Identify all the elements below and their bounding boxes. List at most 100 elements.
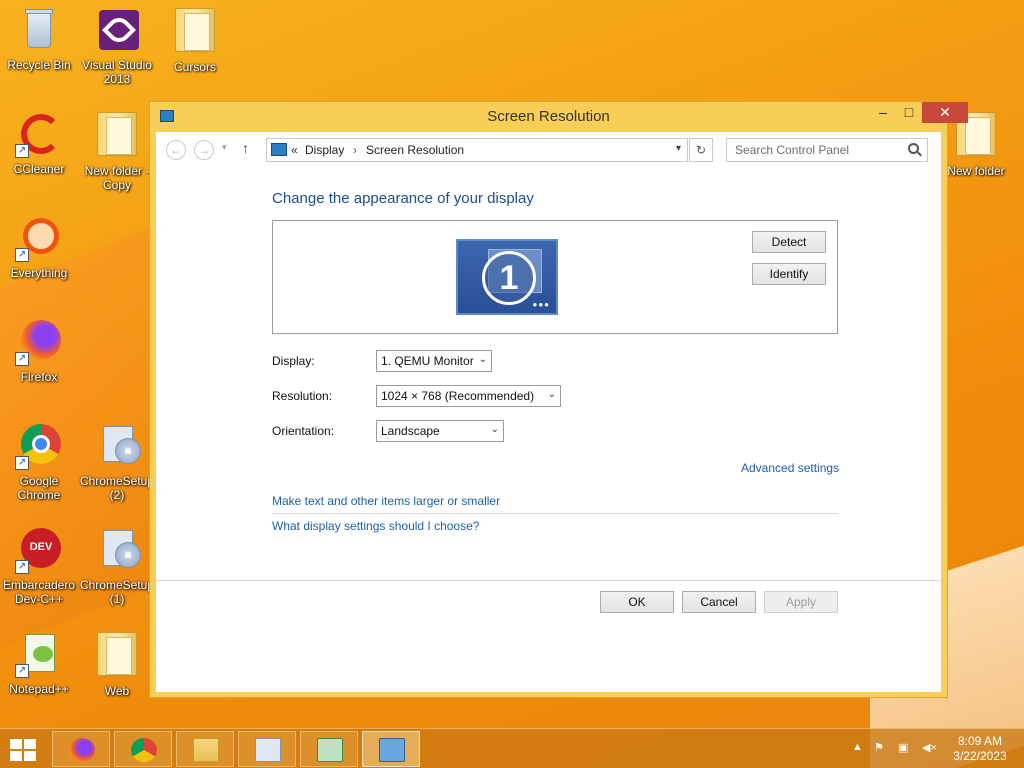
orientation-select[interactable]: Landscape ⌄ — [376, 420, 504, 442]
installer-icon — [93, 526, 141, 574]
window-title: Screen Resolution — [487, 108, 610, 125]
identify-button[interactable]: Identify — [752, 263, 826, 285]
breadcrumb-display[interactable]: Display — [305, 143, 344, 157]
install-icon — [317, 738, 343, 762]
orientation-label: Orientation: — [272, 424, 335, 438]
breadcrumb-separator-icon: › — [353, 143, 357, 157]
minimize-button[interactable]: – — [870, 102, 896, 123]
desktop-icon-label: Firefox — [20, 370, 58, 384]
start-button[interactable] — [10, 739, 36, 761]
shortcut-arrow-icon: ↗ — [15, 352, 29, 366]
shortcut-arrow-icon: ↗ — [15, 248, 29, 262]
taskbar-clock[interactable]: 8:09 AM 3/22/2023 — [944, 734, 1016, 764]
chrome-icon: ↗ — [15, 422, 63, 470]
taskbar-app[interactable] — [300, 731, 358, 767]
monitor-1-preview[interactable]: 1 ●●● — [456, 239, 558, 315]
ccleaner-icon: ↗ — [15, 110, 63, 158]
refresh-button[interactable]: ↻ — [689, 138, 713, 162]
page-title: Change the appearance of your display — [272, 190, 534, 207]
desktop-icon-notepadpp[interactable]: ↗ Notepad++ — [1, 630, 77, 696]
notepadpp-icon: ↗ — [15, 630, 63, 678]
display-label: Display: — [272, 354, 315, 368]
taskbar-file-explorer[interactable] — [176, 731, 234, 767]
folder-icon — [97, 632, 137, 676]
display-settings-help-link[interactable]: What display settings should I choose? — [272, 519, 479, 533]
recent-pages-chevron-icon[interactable]: ▾ — [222, 142, 227, 153]
forward-button[interactable]: → — [194, 140, 214, 160]
orientation-select-value: Landscape — [381, 424, 440, 438]
taskbar-firefox[interactable] — [52, 731, 110, 767]
desktop-icon-cursors[interactable]: Cursors — [157, 6, 233, 74]
shortcut-arrow-icon: ↗ — [15, 560, 29, 574]
desktop-icon-chromesetup-1[interactable]: ChromeSetup (1) — [79, 526, 155, 606]
installer-icon — [93, 422, 141, 470]
advanced-settings-link[interactable]: Advanced settings — [741, 461, 839, 475]
breadcrumb-screen-resolution[interactable]: Screen Resolution — [366, 143, 464, 157]
desktop-icon-devcpp[interactable]: DEV ↗ Embarcadero Dev-C++ — [1, 526, 77, 606]
desktop-icon-label: Recycle Bin — [7, 58, 71, 72]
chevron-down-icon: ⌄ — [478, 354, 487, 365]
desktop-icon-chromesetup-2[interactable]: ChromeSetup (2) — [79, 422, 155, 502]
display-icon — [271, 143, 287, 156]
resolution-select[interactable]: 1024 × 768 (Recommended) ⌄ — [376, 385, 561, 407]
detect-button[interactable]: Detect — [752, 231, 826, 253]
close-button[interactable]: ✕ — [922, 102, 968, 123]
title-bar[interactable]: Screen Resolution – □ ✕ — [150, 102, 968, 132]
desktop-icon-label: Embarcadero Dev-C++ — [2, 578, 76, 606]
desktop-icon-everything[interactable]: ↗ Everything — [1, 214, 77, 280]
desktop-icon-recycle-bin[interactable]: Recycle Bin — [1, 6, 77, 72]
window-content: ← → ▾ ↑ « Display › Screen Resolution ▾ … — [156, 132, 941, 692]
text-size-link[interactable]: Make text and other items larger or smal… — [272, 494, 500, 508]
action-center-flag-icon[interactable]: ⚑ — [874, 741, 884, 754]
taskbar-chrome[interactable] — [114, 731, 172, 767]
ok-button[interactable]: OK — [600, 591, 674, 613]
desktop-icon-label: Notepad++ — [9, 682, 69, 696]
network-icon[interactable]: ▣ — [898, 741, 908, 754]
resolution-label: Resolution: — [272, 389, 333, 403]
search-input[interactable]: Search Control Panel — [726, 138, 928, 162]
file-explorer-icon — [193, 738, 219, 762]
desktop-icon-ccleaner[interactable]: ↗ CCleaner — [1, 110, 77, 176]
monitor-number: 1 — [482, 251, 536, 305]
devcpp-icon: DEV ↗ — [15, 526, 63, 574]
shortcut-arrow-icon: ↗ — [15, 144, 29, 158]
desktop-icon-google-chrome[interactable]: ↗ Google Chrome — [1, 422, 77, 502]
clock-date: 3/22/2023 — [953, 749, 1007, 763]
taskbar-app[interactable] — [238, 731, 296, 767]
desktop-icon-label: New folder — [947, 164, 1005, 178]
display-select-value: 1. QEMU Monitor — [381, 354, 474, 368]
desktop-icon-firefox[interactable]: ↗ Firefox — [1, 318, 77, 384]
breadcrumb-overflow[interactable]: « — [291, 143, 298, 157]
address-bar[interactable]: « Display › Screen Resolution ▾ — [266, 138, 688, 162]
desktop-icon-label: Web — [104, 684, 130, 698]
volume-muted-icon[interactable]: ◀× — [922, 741, 937, 754]
desktop-icon-label: Google Chrome — [17, 474, 61, 502]
recycle-bin-icon — [15, 6, 63, 54]
desktop-icon-visual-studio[interactable]: Visual Studio 2013 — [79, 6, 155, 86]
show-hidden-icons-icon[interactable]: ▲ — [852, 741, 863, 753]
back-button[interactable]: ← — [166, 140, 186, 160]
desktop-icon-label: ChromeSetup (2) — [79, 474, 155, 502]
maximize-button[interactable]: □ — [896, 102, 922, 123]
apply-button[interactable]: Apply — [764, 591, 838, 613]
chevron-down-icon: ⌄ — [547, 389, 556, 400]
up-button[interactable]: ↑ — [242, 140, 249, 156]
divider — [272, 513, 838, 514]
folder-icon — [97, 112, 137, 156]
divider — [156, 580, 941, 581]
desktop-icon-web[interactable]: Web — [79, 630, 155, 698]
screen-resolution-window[interactable]: Screen Resolution – □ ✕ ← → ▾ ↑ « Displa… — [149, 101, 968, 698]
clock-time: 8:09 AM — [957, 734, 1003, 748]
navigation-bar: ← → ▾ ↑ « Display › Screen Resolution ▾ … — [156, 132, 941, 168]
search-icon[interactable] — [908, 143, 919, 154]
display-select[interactable]: 1. QEMU Monitor ⌄ — [376, 350, 492, 372]
desktop-icon-new-folder-copy[interactable]: New folder - Copy — [79, 110, 155, 192]
chrome-icon — [131, 738, 157, 762]
display-preview-panel: 1 ●●● Detect Identify — [272, 220, 838, 334]
control-panel-icon — [379, 738, 405, 762]
desktop-icon-label: ChromeSetup (1) — [79, 578, 155, 606]
chevron-down-icon: ⌄ — [490, 424, 499, 435]
address-dropdown-chevron-icon[interactable]: ▾ — [676, 143, 681, 154]
taskbar-control-panel[interactable] — [362, 731, 420, 767]
cancel-button[interactable]: Cancel — [682, 591, 756, 613]
